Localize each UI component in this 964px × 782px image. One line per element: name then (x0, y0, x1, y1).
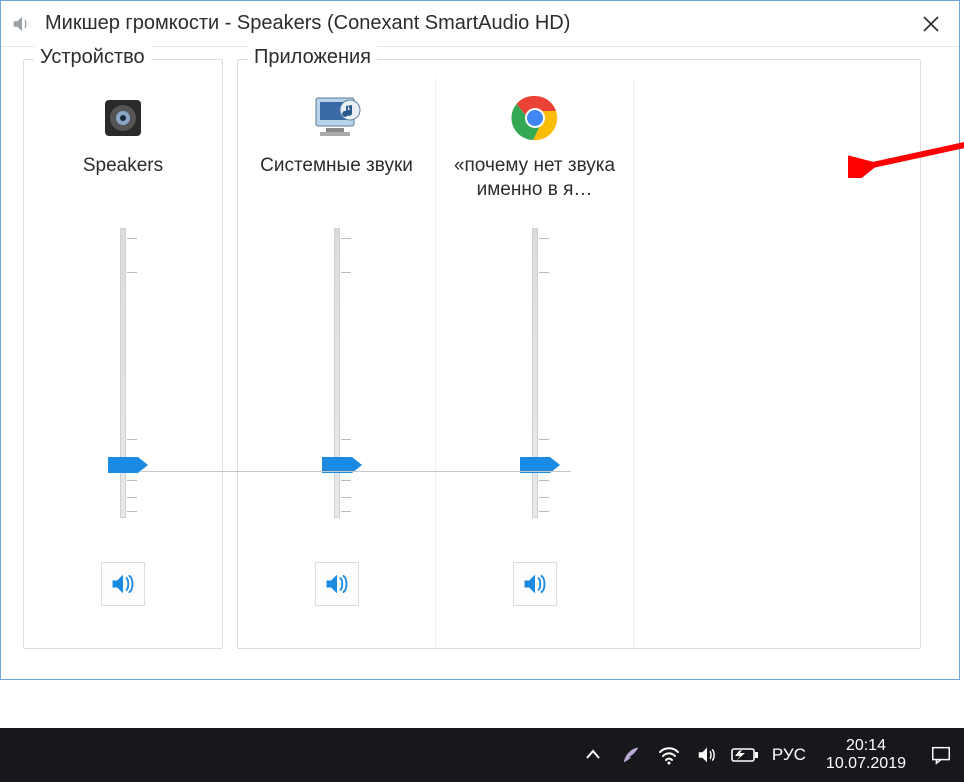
channel-chrome: «почему нет звука именно в я… (436, 78, 634, 648)
device-section: Устройство Speakers (23, 59, 223, 649)
channel-name-chrome: «почему нет звука именно в я… (436, 154, 633, 208)
window-titlebar[interactable]: Микшер громкости - Speakers (Conexant Sm… (1, 1, 959, 47)
window-title: Микшер громкости - Speakers (Conexant Sm… (45, 12, 903, 35)
sound-on-icon (521, 570, 549, 598)
sound-on-icon (109, 570, 137, 598)
channel-name-system: Системные звуки (252, 154, 421, 208)
chrome-icon[interactable] (505, 88, 565, 148)
volume-mixer-window: Микшер громкости - Speakers (Conexant Sm… (0, 0, 960, 680)
apps-section-label: Приложения (248, 46, 377, 69)
tray-language[interactable]: РУС (766, 745, 812, 765)
volume-slider-chrome[interactable] (500, 228, 570, 528)
applications-section: Приложения Системные звуки (237, 59, 921, 649)
tray-feather-icon[interactable] (614, 738, 648, 772)
mute-button-speakers[interactable] (101, 562, 145, 606)
channel-name-speakers: Speakers (75, 154, 171, 208)
tray-wifi-icon[interactable] (652, 738, 686, 772)
channel-speakers: Speakers (24, 78, 222, 648)
tray-battery-icon[interactable] (728, 738, 762, 772)
device-section-label: Устройство (34, 46, 151, 69)
tray-notifications-icon[interactable] (926, 740, 956, 770)
volume-slider-speakers[interactable] (88, 228, 158, 528)
slider-thumb[interactable] (108, 457, 138, 473)
close-button[interactable] (903, 1, 959, 47)
channel-system-sounds: Системные звуки (238, 78, 436, 648)
tray-clock[interactable]: 20:14 10.07.2019 (816, 737, 916, 773)
taskbar[interactable]: РУС 20:14 10.07.2019 (0, 728, 964, 782)
volume-slider-system[interactable] (302, 228, 372, 528)
mute-button-chrome[interactable] (513, 562, 557, 606)
mixer-content: Устройство Speakers (1, 47, 959, 649)
tray-overflow-chevron-icon[interactable] (576, 738, 610, 772)
slider-connector-line (141, 471, 571, 472)
tray-time: 20:14 (846, 737, 886, 755)
tray-volume-icon[interactable] (690, 738, 724, 772)
speaker-device-icon[interactable] (93, 88, 153, 148)
system-sounds-icon[interactable] (307, 88, 367, 148)
mute-button-system[interactable] (315, 562, 359, 606)
sound-on-icon (323, 570, 351, 598)
app-speaker-icon (11, 13, 33, 35)
tray-date: 10.07.2019 (826, 755, 906, 773)
red-arrow-annotation (848, 108, 964, 178)
